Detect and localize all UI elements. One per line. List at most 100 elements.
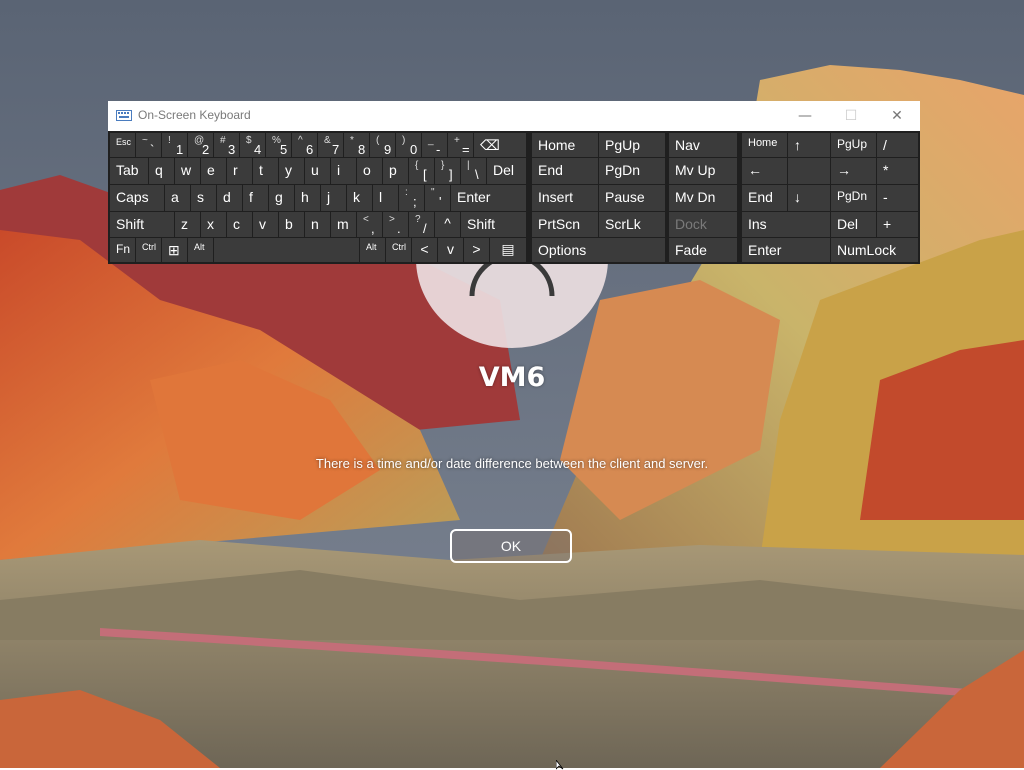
move-up-button[interactable]: Mv Up [669, 158, 737, 184]
key-e[interactable]: e [201, 158, 226, 184]
key-pgup[interactable]: PgUp [599, 133, 665, 157]
key-right-bracket[interactable]: }] [435, 158, 460, 184]
numpad-pgdn[interactable]: PgDn [831, 185, 876, 211]
key-arrow-down[interactable]: v [438, 238, 463, 262]
key-menu[interactable]: ▤ [490, 238, 526, 262]
key-2[interactable]: @2 [188, 133, 213, 157]
key-backspace[interactable]: ⌫ [474, 133, 526, 157]
close-button[interactable]: ✕ [874, 101, 920, 131]
key-8[interactable]: * 8 [344, 133, 369, 157]
key-k[interactable]: k [347, 185, 372, 211]
key-alt-right[interactable]: Alt [360, 238, 385, 262]
key-ctrl-right[interactable]: Ctrl [386, 238, 411, 262]
key-n[interactable]: n [305, 212, 330, 237]
numpad-right[interactable]: → [831, 158, 876, 184]
key-u[interactable]: u [305, 158, 330, 184]
ok-button[interactable]: OK [450, 529, 572, 563]
key-comma[interactable]: <, [357, 212, 382, 237]
key-0[interactable]: ) 0 [396, 133, 421, 157]
key-c[interactable]: c [227, 212, 252, 237]
numpad-minus[interactable]: - [877, 185, 918, 211]
key-enter[interactable]: Enter [451, 185, 526, 211]
key-x[interactable]: x [201, 212, 226, 237]
key-tab[interactable]: Tab [110, 158, 148, 184]
numpad-plus[interactable]: + [877, 212, 918, 237]
nav-button[interactable]: Nav [669, 133, 737, 157]
key-g[interactable]: g [269, 185, 294, 211]
key-1[interactable]: ! 1 [162, 133, 187, 157]
key-l[interactable]: l [373, 185, 398, 211]
key-arrow-right[interactable]: > [464, 238, 489, 262]
numpad-ins[interactable]: Ins [742, 212, 830, 237]
key-z[interactable]: z [175, 212, 200, 237]
key-4[interactable]: $4 [240, 133, 265, 157]
key-quote[interactable]: " ' [425, 185, 450, 211]
key-esc[interactable]: Esc [110, 133, 135, 157]
numpad-pgup[interactable]: PgUp [831, 133, 876, 157]
key-ctrl-left[interactable]: Ctrl [136, 238, 161, 262]
key-insert[interactable]: Insert [532, 185, 598, 211]
key-v[interactable]: v [253, 212, 278, 237]
key-r[interactable]: r [227, 158, 252, 184]
key-fn[interactable]: Fn [110, 238, 135, 262]
numpad-down[interactable]: ↓ [788, 185, 830, 211]
key-home[interactable]: Home [532, 133, 598, 157]
key-caps[interactable]: Caps [110, 185, 164, 211]
minimize-button[interactable]: — [782, 101, 828, 131]
numpad-multiply[interactable]: * [877, 158, 918, 184]
key-q[interactable]: q [149, 158, 174, 184]
key-minus[interactable]: _ - [422, 133, 447, 157]
numpad-home[interactable]: Home [742, 133, 787, 157]
numlock-key[interactable]: NumLock [831, 238, 918, 262]
fade-button[interactable]: Fade [669, 238, 737, 262]
key-9[interactable]: (9 [370, 133, 395, 157]
key-spacebar[interactable] [214, 238, 359, 262]
key-shift-left[interactable]: Shift [110, 212, 174, 237]
key-d[interactable]: d [217, 185, 242, 211]
numpad-left[interactable]: ← [742, 158, 787, 184]
key-t[interactable]: t [253, 158, 278, 184]
maximize-button[interactable]: ☐ [828, 101, 874, 131]
key-i[interactable]: i [331, 158, 356, 184]
key-b[interactable]: b [279, 212, 304, 237]
key-arrow-left[interactable]: < [412, 238, 437, 262]
key-end[interactable]: End [532, 158, 598, 184]
numpad-del[interactable]: Del [831, 212, 876, 237]
key-pgdn[interactable]: PgDn [599, 158, 665, 184]
key-m[interactable]: m [331, 212, 356, 237]
key-h[interactable]: h [295, 185, 320, 211]
numpad-5[interactable] [788, 158, 830, 184]
key-s[interactable]: s [191, 185, 216, 211]
key-7[interactable]: & 7 [318, 133, 343, 157]
key-backslash[interactable]: | \ [461, 158, 486, 184]
key-semicolon[interactable]: :; [399, 185, 424, 211]
move-down-button[interactable]: Mv Dn [669, 185, 737, 211]
key-period[interactable]: >. [383, 212, 408, 237]
numpad-enter[interactable]: Enter [742, 238, 830, 262]
numpad-up[interactable]: ↑ [788, 133, 830, 157]
key-6[interactable]: ^ 6 [292, 133, 317, 157]
key-tilde[interactable]: ~ ` [136, 133, 161, 157]
numpad-divide[interactable]: / [877, 133, 918, 157]
key-windows[interactable]: ⊞ [162, 238, 187, 262]
key-arrow-up[interactable]: ^ [435, 212, 460, 237]
key-a[interactable]: a [165, 185, 190, 211]
titlebar[interactable]: On-Screen Keyboard — ☐ ✕ [108, 101, 920, 131]
key-y[interactable]: y [279, 158, 304, 184]
key-prtscn[interactable]: PrtScn [532, 212, 598, 237]
key-left-bracket[interactable]: {[ [409, 158, 434, 184]
key-5[interactable]: % 5 [266, 133, 291, 157]
key-w[interactable]: w [175, 158, 200, 184]
numpad-end[interactable]: End [742, 185, 787, 211]
key-f[interactable]: f [243, 185, 268, 211]
options-button[interactable]: Options [532, 238, 665, 262]
key-p[interactable]: p [383, 158, 408, 184]
key-shift-right[interactable]: Shift [461, 212, 526, 237]
key-scrlk[interactable]: ScrLk [599, 212, 665, 237]
key-slash[interactable]: ? / [409, 212, 434, 237]
key-del[interactable]: Del [487, 158, 526, 184]
key-pause[interactable]: Pause [599, 185, 665, 211]
key-alt-left[interactable]: Alt [188, 238, 213, 262]
key-3[interactable]: #3 [214, 133, 239, 157]
key-o[interactable]: o [357, 158, 382, 184]
